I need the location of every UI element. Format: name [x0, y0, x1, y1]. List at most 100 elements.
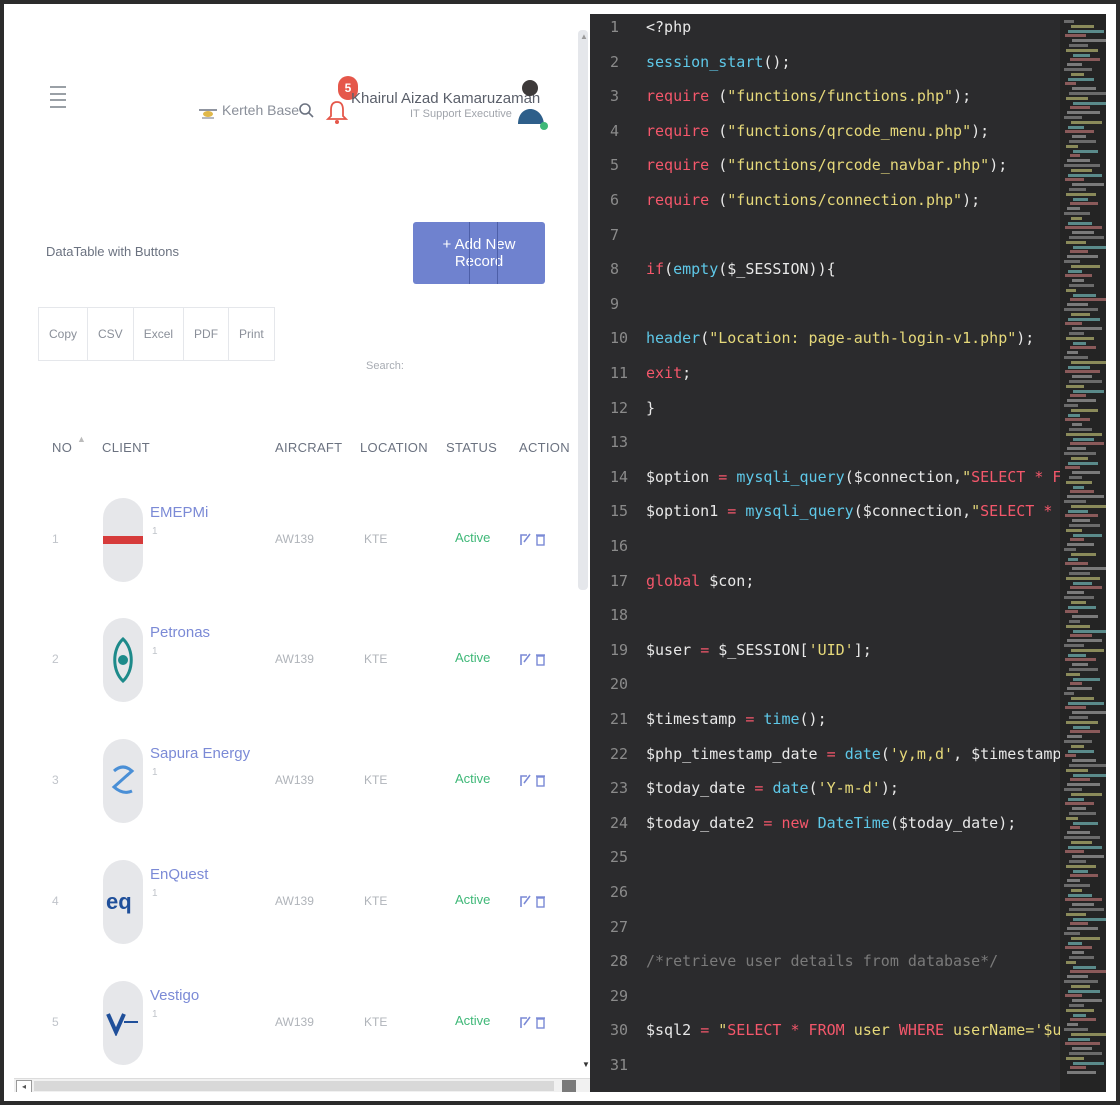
- search-icon[interactable]: [298, 102, 314, 118]
- code-line[interactable]: 11 exit;: [590, 364, 1060, 398]
- code-line[interactable]: 9: [590, 295, 1060, 329]
- edit-icon[interactable]: [520, 1015, 531, 1029]
- minimap-line: [1066, 240, 1086, 244]
- add-new-record-button[interactable]: + Add New Record: [413, 222, 545, 284]
- minimap-line: [1073, 965, 1096, 969]
- column-header-location[interactable]: LOCATION: [360, 440, 428, 455]
- delete-icon[interactable]: [535, 1015, 546, 1029]
- row-number: 5: [52, 1015, 59, 1029]
- code-line[interactable]: 13: [590, 433, 1060, 467]
- code-line[interactable]: 22 $php_timestamp_date = date('y,m,d', $t…: [590, 745, 1060, 779]
- minimap-line: [1065, 802, 1094, 806]
- line-number: 23: [610, 779, 629, 798]
- code-line[interactable]: 3 require ("functions/functions.php");: [590, 87, 1060, 121]
- code-line[interactable]: 15 $option1 = mysqli_query($connection,"S…: [590, 502, 1060, 536]
- scroll-up-arrow-icon[interactable]: ▲: [580, 32, 588, 41]
- edit-icon[interactable]: [520, 652, 531, 666]
- code-line[interactable]: 19 $user = $_SESSION['UID'];: [590, 641, 1060, 675]
- code-line[interactable]: 27: [590, 918, 1060, 952]
- minimap-line: [1073, 725, 1090, 729]
- code-line[interactable]: 28 /*retrieve user details from database*…: [590, 952, 1060, 986]
- bell-icon[interactable]: [324, 96, 350, 126]
- client-link[interactable]: Vestigo: [150, 987, 199, 1004]
- code-line[interactable]: 25: [590, 848, 1060, 882]
- scroll-down-arrow-icon[interactable]: ▼: [582, 1060, 590, 1069]
- code-minimap[interactable]: [1060, 14, 1106, 1092]
- code-line[interactable]: 1 <?php: [590, 18, 1060, 52]
- code-line[interactable]: 30 $sql2 = "SELECT * FROM user WHERE use…: [590, 1021, 1060, 1055]
- export-button-group: Copy CSV Excel PDF Print: [38, 307, 275, 361]
- client-link[interactable]: EMEPMi: [150, 504, 208, 521]
- code-line[interactable]: 17 global $con;: [590, 572, 1060, 606]
- avatar[interactable]: [514, 74, 550, 138]
- delete-icon[interactable]: [535, 652, 546, 666]
- minimap-line: [1065, 466, 1080, 470]
- code-line[interactable]: 16: [590, 537, 1060, 571]
- vertical-scrollbar[interactable]: [578, 30, 588, 590]
- code-line[interactable]: 29: [590, 987, 1060, 1021]
- code-line[interactable]: 26: [590, 883, 1060, 917]
- code-line[interactable]: 4 require ("functions/qrcode_menu.php");: [590, 122, 1060, 156]
- copy-button[interactable]: Copy: [39, 308, 89, 360]
- code-line[interactable]: 20: [590, 675, 1060, 709]
- column-header-aircraft[interactable]: AIRCRAFT: [275, 440, 342, 455]
- code-line[interactable]: 8 if(empty($_SESSION)){: [590, 260, 1060, 294]
- client-link[interactable]: Petronas: [150, 624, 210, 641]
- minimap-line: [1069, 1052, 1102, 1055]
- code-text: $option1 = mysqli_query($connection,"SEL…: [646, 502, 1060, 521]
- delete-icon[interactable]: [535, 532, 546, 546]
- minimap-line: [1069, 236, 1104, 239]
- minimap-line: [1070, 970, 1106, 974]
- code-line[interactable]: 10 header("Location: page-auth-login-v1.…: [590, 329, 1060, 363]
- minimap-line: [1073, 293, 1096, 297]
- minimap-line: [1072, 279, 1084, 283]
- code-line[interactable]: 2 session_start();: [590, 53, 1060, 87]
- scroll-left-arrow-icon[interactable]: ◂: [16, 1080, 32, 1092]
- minimap-line: [1069, 908, 1104, 911]
- sort-icon[interactable]: ▲: [77, 434, 86, 444]
- code-editor[interactable]: 1 <?php 2 session_start(); 3 require ("functi…: [590, 14, 1060, 1092]
- excel-button[interactable]: Excel: [133, 308, 185, 360]
- minimap-line: [1068, 29, 1104, 33]
- scrollbar-thumb[interactable]: [34, 1081, 554, 1091]
- code-line[interactable]: 7: [590, 226, 1060, 260]
- code-line[interactable]: 14 $option = mysqli_query($connection,"SE…: [590, 468, 1060, 502]
- minimap-line: [1066, 1056, 1084, 1060]
- client-link[interactable]: EnQuest: [150, 866, 208, 883]
- minimap-line: [1069, 1004, 1084, 1007]
- edit-icon[interactable]: [520, 773, 531, 787]
- menu-icon[interactable]: [50, 86, 66, 108]
- minimap-line: [1065, 418, 1090, 422]
- edit-icon[interactable]: [520, 894, 531, 908]
- minimap-line: [1073, 389, 1104, 393]
- code-line[interactable]: 31: [590, 1056, 1060, 1090]
- code-line[interactable]: 12}: [590, 399, 1060, 433]
- column-header-no[interactable]: NO: [52, 440, 72, 455]
- minimap-line: [1070, 250, 1088, 254]
- horizontal-scrollbar[interactable]: ◂: [14, 1078, 590, 1092]
- line-number: 30: [610, 1021, 629, 1040]
- minimap-line: [1072, 951, 1084, 955]
- minimap-line: [1069, 860, 1086, 863]
- code-line[interactable]: 24 $today_date2 = new DateTime($today_dat…: [590, 814, 1060, 848]
- user-role: IT Support Executive: [410, 108, 512, 120]
- pdf-button[interactable]: PDF: [184, 308, 230, 360]
- scroll-right-button[interactable]: [562, 1080, 576, 1092]
- column-header-action[interactable]: ACTION: [519, 440, 570, 455]
- base-selector[interactable]: Kerteh Base: [222, 102, 299, 118]
- delete-icon[interactable]: [535, 894, 546, 908]
- print-button[interactable]: Print: [229, 308, 274, 360]
- client-link[interactable]: Sapura Energy: [150, 745, 250, 762]
- code-line[interactable]: 23 $today_date = date('Y-m-d');: [590, 779, 1060, 813]
- code-line[interactable]: 6 require ("functions/connection.php");: [590, 191, 1060, 225]
- column-header-client[interactable]: CLIENT: [102, 440, 150, 455]
- csv-button[interactable]: CSV: [88, 308, 134, 360]
- code-line[interactable]: 18: [590, 606, 1060, 640]
- column-header-status[interactable]: STATUS: [446, 440, 497, 455]
- delete-icon[interactable]: [535, 773, 546, 787]
- minimap-line: [1069, 428, 1092, 431]
- minimap-line: [1069, 524, 1100, 527]
- edit-icon[interactable]: [520, 532, 531, 546]
- code-line[interactable]: 21 $timestamp = time();: [590, 710, 1060, 744]
- code-line[interactable]: 5 require ("functions/qrcode_navbar.php")…: [590, 156, 1060, 190]
